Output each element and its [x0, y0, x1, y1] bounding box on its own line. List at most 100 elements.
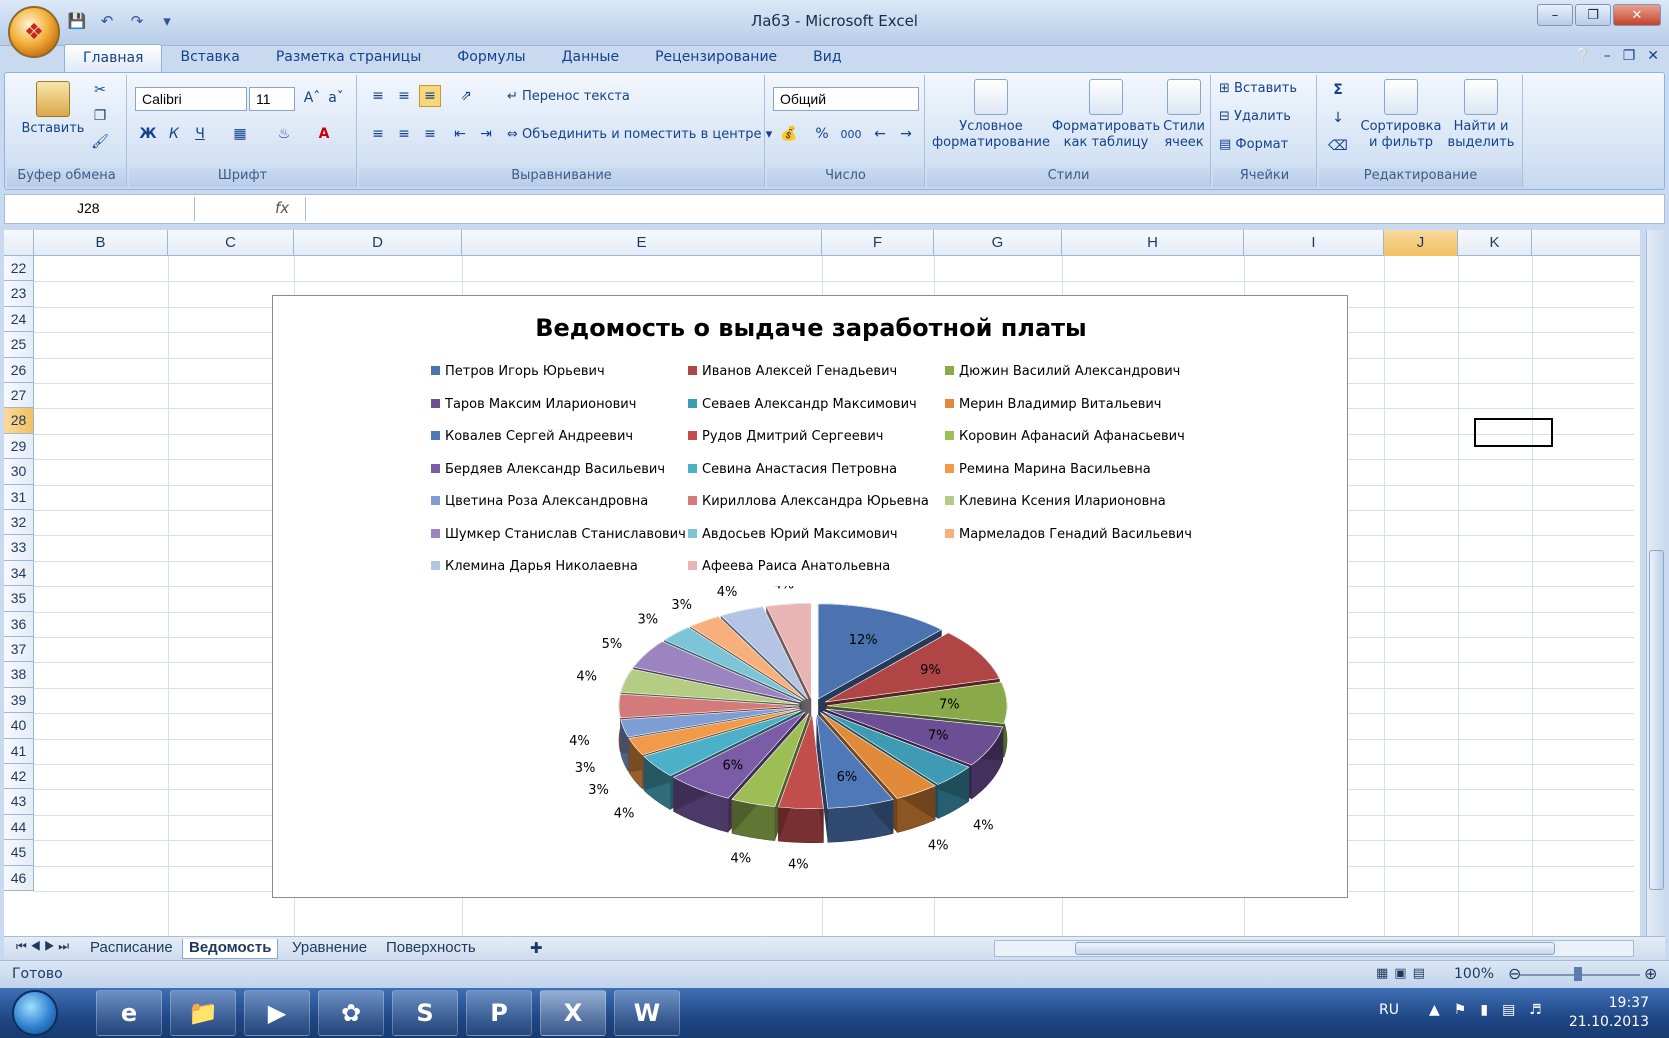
align-top-icon[interactable]: ≡	[367, 85, 389, 107]
format-as-table-button[interactable]: Форматировать как таблицу	[1051, 79, 1161, 151]
help-icon[interactable]: ❔	[1574, 48, 1591, 64]
doc-restore-icon[interactable]: ❐	[1623, 48, 1636, 64]
currency-icon[interactable]: 💰	[773, 123, 805, 145]
excel-taskbar-icon[interactable]: X	[540, 990, 606, 1036]
horizontal-scroll-thumb[interactable]	[1075, 942, 1555, 955]
column-header[interactable]: F	[822, 230, 934, 256]
select-all-corner[interactable]	[4, 230, 34, 256]
row-header[interactable]: 27	[4, 383, 34, 409]
fill-color-icon[interactable]: ♨	[273, 123, 295, 145]
action-center-flag-icon[interactable]: ⚑	[1454, 1002, 1467, 1018]
tab-data[interactable]: Данные	[544, 44, 638, 72]
increase-indent-icon[interactable]: ⇥	[475, 123, 497, 145]
column-header[interactable]: B	[34, 230, 168, 256]
tab-home[interactable]: Главная	[64, 44, 163, 72]
horizontal-scrollbar[interactable]	[994, 940, 1634, 957]
row-header[interactable]: 45	[4, 840, 34, 866]
align-left-icon[interactable]: ≡	[367, 123, 389, 145]
minimize-button[interactable]: –	[1537, 4, 1573, 26]
sheet-nav-icon[interactable]: ⏮ ◀ ▶ ⏭	[10, 939, 75, 959]
word-icon[interactable]: W	[614, 990, 680, 1036]
thousands-button[interactable]: 000	[837, 123, 865, 145]
column-header[interactable]: K	[1458, 230, 1532, 256]
cell-styles-button[interactable]: Стили ячеек	[1159, 79, 1209, 151]
row-header[interactable]: 36	[4, 611, 34, 637]
formula-input[interactable]	[305, 197, 1645, 221]
format-painter-icon[interactable]: 🖌	[89, 131, 111, 153]
number-format-box[interactable]: Общий	[773, 87, 919, 111]
sheet-tab-active[interactable]: Ведомость	[182, 939, 279, 959]
active-cell-selection[interactable]	[1474, 418, 1553, 447]
page-break-view-icon[interactable]: ▤	[1413, 966, 1425, 981]
row-header[interactable]: 40	[4, 713, 34, 739]
zoom-slider-thumb[interactable]	[1574, 967, 1582, 981]
column-header[interactable]: C	[168, 230, 294, 256]
sheet-tab[interactable]: Уравнение	[286, 939, 373, 959]
conditional-formatting-button[interactable]: Условное форматирование	[931, 79, 1051, 151]
explorer-icon[interactable]: 📁	[170, 990, 236, 1036]
row-header[interactable]: 46	[4, 865, 34, 891]
clear-icon[interactable]: ⌫	[1327, 135, 1349, 157]
zoom-in-icon[interactable]: ⊕	[1644, 964, 1657, 983]
start-button[interactable]	[12, 990, 58, 1036]
increase-decimal-icon[interactable]: ←	[869, 123, 891, 145]
tab-insert[interactable]: Вставка	[162, 44, 257, 72]
row-header[interactable]: 39	[4, 687, 34, 714]
row-header[interactable]: 25	[4, 332, 34, 358]
row-header[interactable]: 35	[4, 586, 34, 612]
powerpoint-icon[interactable]: P	[466, 990, 532, 1036]
sheet-tab[interactable]: Расписание	[84, 939, 179, 959]
sheet-tab[interactable]: Поверхность	[380, 939, 482, 959]
format-cells-button[interactable]: ▤ Формат	[1219, 137, 1288, 153]
row-header[interactable]: 32	[4, 510, 34, 536]
row-header[interactable]: 29	[4, 433, 34, 460]
column-header[interactable]: H	[1062, 230, 1244, 256]
autosum-icon[interactable]: Σ	[1327, 79, 1349, 101]
normal-view-icon[interactable]: ▦	[1376, 966, 1388, 981]
bold-button[interactable]: Ж	[137, 123, 159, 145]
volume-icon[interactable]: ♬	[1529, 1002, 1542, 1018]
italic-button[interactable]: К	[163, 123, 185, 145]
zoom-out-icon[interactable]: ⊖	[1508, 964, 1521, 983]
cut-icon[interactable]: ✂	[89, 79, 111, 101]
row-header[interactable]: 42	[4, 764, 34, 790]
grow-font-icon[interactable]: Aˆ	[301, 87, 323, 109]
shrink-font-icon[interactable]: aˇ	[325, 87, 347, 109]
vertical-scrollbar[interactable]	[1646, 230, 1665, 936]
row-header[interactable]: 37	[4, 637, 34, 663]
skype-icon[interactable]: S	[392, 990, 458, 1036]
doc-close-icon[interactable]: ✕	[1647, 48, 1659, 64]
row-header[interactable]: 44	[4, 814, 34, 841]
office-button[interactable]: ❖	[8, 6, 60, 58]
zoom-level[interactable]: 100%	[1454, 966, 1494, 982]
row-header[interactable]: 34	[4, 560, 34, 587]
name-box[interactable]: J28	[7, 197, 195, 221]
align-bottom-icon[interactable]: ≡	[419, 85, 441, 107]
column-header-selected[interactable]: J	[1384, 230, 1458, 256]
insert-sheet-icon[interactable]: ✚	[524, 939, 549, 959]
column-header[interactable]: D	[294, 230, 462, 256]
icq-icon[interactable]: ✿	[318, 990, 384, 1036]
underline-button[interactable]: Ч	[189, 123, 211, 145]
tab-formulas[interactable]: Формулы	[439, 44, 543, 72]
show-hidden-icons-icon[interactable]: ▲	[1429, 1002, 1440, 1018]
row-header[interactable]: 24	[4, 306, 34, 333]
insert-function-icon[interactable]: fx	[275, 199, 289, 217]
column-header[interactable]: E	[462, 230, 822, 256]
decrease-decimal-icon[interactable]: →	[895, 123, 917, 145]
close-button[interactable]: ✕	[1613, 4, 1661, 26]
percent-button[interactable]: %	[811, 123, 833, 145]
align-middle-icon[interactable]: ≡	[393, 85, 415, 107]
row-header[interactable]: 41	[4, 738, 34, 764]
language-indicator[interactable]: RU	[1379, 1002, 1399, 1018]
vertical-scroll-thumb[interactable]	[1649, 550, 1664, 890]
row-header[interactable]: 43	[4, 789, 34, 815]
find-select-button[interactable]: Найти и выделить	[1443, 79, 1519, 151]
font-color-icon[interactable]: A	[313, 123, 335, 145]
tab-view[interactable]: Вид	[795, 44, 859, 72]
row-header[interactable]: 30	[4, 459, 34, 485]
column-header[interactable]: G	[934, 230, 1062, 256]
copy-icon[interactable]: ❐	[89, 105, 111, 127]
maximize-button[interactable]: ❐	[1575, 4, 1611, 26]
column-header[interactable]: I	[1244, 230, 1384, 256]
